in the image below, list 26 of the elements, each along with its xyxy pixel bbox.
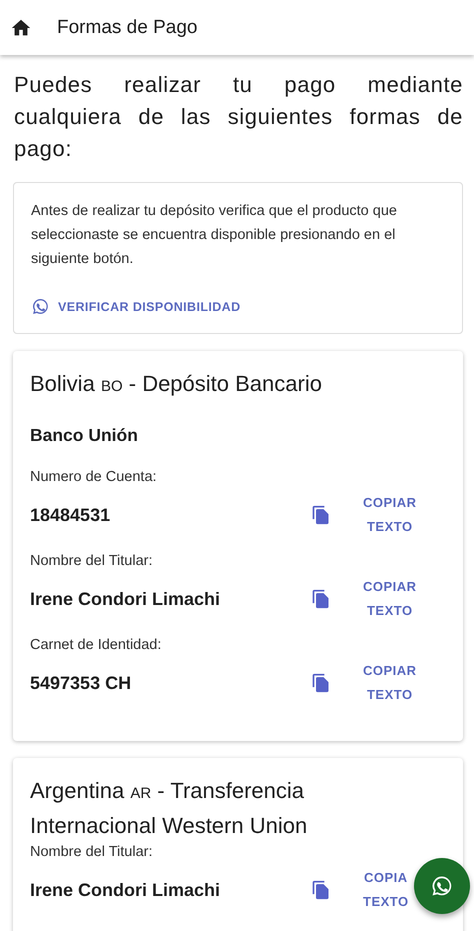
field-value: Irene Condori Limachi: [30, 880, 222, 900]
field-label: Carnet de Identidad:: [30, 636, 162, 655]
copy-icon[interactable]: [311, 505, 331, 525]
copy-icon[interactable]: [311, 880, 331, 900]
field-value: 5497353 CH: [30, 672, 132, 694]
copy-text-button[interactable]: COPIAR TEXTO: [363, 659, 417, 707]
field-label: Nombre del Titular:: [30, 843, 154, 862]
whatsapp-fab[interactable]: [414, 858, 470, 914]
copy-icon[interactable]: [311, 673, 331, 693]
field-value: 18484531: [30, 504, 112, 526]
field-label: Nombre del Titular:: [30, 552, 154, 571]
bank-name: Banco Unión: [30, 424, 139, 447]
copy-text-button[interactable]: COPIA TEXTO: [363, 866, 409, 914]
copy-text-button[interactable]: COPIAR TEXTO: [363, 491, 417, 539]
whatsapp-icon: [430, 874, 454, 898]
whatsapp-icon: [31, 297, 50, 316]
field-label: Numero de Cuenta:: [30, 468, 158, 487]
card-title: Argentina AR - Transferencia Internacional Western Union: [30, 777, 308, 840]
check-availability-button[interactable]: VERIFICAR DISPONIBILIDAD: [31, 293, 245, 320]
copy-text-button[interactable]: COPIAR TEXTO: [363, 575, 417, 623]
field-value: Irene Condori Limachi: [30, 588, 222, 610]
intro-text: Puedes realizar tu pago mediante cualquiera de las siguientes formas de pago:: [14, 71, 463, 163]
page-title: Formas de Pago: [57, 16, 198, 38]
card-title: Bolivia BO - Depósito Bancario: [30, 370, 323, 398]
notice-text: Antes de realizar tu depósito verifica que el producto que seleccionaste se encuentra disponible presionando en el siguiente botón.: [31, 202, 398, 269]
copy-icon[interactable]: [311, 589, 331, 609]
